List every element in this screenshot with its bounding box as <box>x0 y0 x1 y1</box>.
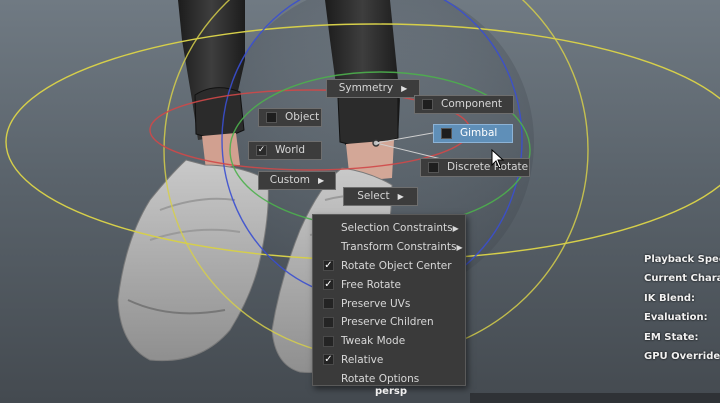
discrete-rotate-label: Discrete Rotate <box>447 161 529 173</box>
submenu-item[interactable]: ✓ Rotate Object Center <box>313 257 465 276</box>
checkbox-icon <box>323 298 334 310</box>
time-strip <box>470 393 720 403</box>
hud-evaluation: Evaluation: <box>644 312 708 324</box>
submenu-arrow-icon: ▶ <box>452 223 459 233</box>
world-label: World <box>275 144 306 156</box>
gimbal-label: Gimbal <box>460 127 498 139</box>
checkbox-icon <box>441 128 452 139</box>
submenu-item[interactable]: Tweak Mode <box>313 332 465 351</box>
checkbox-icon <box>323 335 334 347</box>
select-menu-item[interactable]: Select ▶ <box>343 187 418 206</box>
world-menu-item[interactable]: ✓ World <box>248 141 322 160</box>
submenu-item[interactable]: Transform Constraints ▶ <box>313 238 465 257</box>
submenu-item[interactable]: Preserve UVs <box>313 294 465 313</box>
submenu-item-label: Rotate Options <box>341 372 420 385</box>
submenu-item[interactable]: Preserve Children <box>313 313 465 332</box>
submenu-item[interactable]: ✓ Free Rotate <box>313 275 465 294</box>
checkmark-icon: ✓ <box>323 354 334 366</box>
checkbox-icon <box>428 162 439 173</box>
submenu-item-label: Relative <box>341 353 384 366</box>
camera-name-label: persp <box>375 386 407 397</box>
checkmark-icon: ✓ <box>323 279 334 291</box>
checkbox-icon <box>323 316 334 328</box>
submenu-item-label: Free Rotate <box>341 278 401 291</box>
submenu-item[interactable]: ✓ Relative <box>313 351 465 370</box>
submenu-arrow-icon: ▶ <box>397 192 404 201</box>
submenu-item-label: Transform Constraints <box>341 241 457 254</box>
3d-viewport[interactable]: Symmetry ▶ Object Component ✓ World Gimb… <box>0 0 720 403</box>
object-label: Object <box>285 111 320 123</box>
symmetry-menu-item[interactable]: Symmetry ▶ <box>326 79 420 98</box>
heads-up-display: Playback Speed Current Charact IK Blend:… <box>644 250 720 366</box>
hud-playback-speed: Playback Speed <box>644 254 720 265</box>
submenu-arrow-icon: ▶ <box>401 84 408 93</box>
component-label: Component <box>441 98 502 110</box>
object-menu-item[interactable]: Object <box>258 108 322 127</box>
gimbal-menu-item[interactable]: Gimbal <box>433 124 513 143</box>
select-label: Select <box>357 190 390 202</box>
hud-gpu-override: GPU Override: <box>644 351 720 363</box>
submenu-item-label: Rotate Object Center <box>341 259 452 272</box>
submenu-arrow-icon: ▶ <box>456 242 463 252</box>
submenu-item-label: Preserve UVs <box>341 297 411 310</box>
submenu-item-label: Selection Constraints <box>341 222 453 235</box>
custom-menu-item[interactable]: Custom ▶ <box>258 171 336 190</box>
hud-current-character: Current Charact <box>644 273 720 285</box>
hud-em-state: EM State: <box>644 331 699 343</box>
hud-ik-blend: IK Blend: <box>644 292 696 304</box>
rotate-options-submenu[interactable]: Selection Constraints ▶ Transform Constrai… <box>312 214 466 386</box>
component-menu-item[interactable]: Component <box>414 95 514 114</box>
submenu-item-label: Preserve Children <box>341 316 434 329</box>
symmetry-label: Symmetry <box>338 82 394 94</box>
submenu-arrow-icon: ▶ <box>318 176 325 185</box>
checkbox-icon <box>422 99 433 110</box>
checkmark-icon: ✓ <box>323 260 334 272</box>
submenu-item[interactable]: Selection Constraints ▶ <box>313 219 465 238</box>
custom-label: Custom <box>269 174 311 186</box>
discrete-rotate-menu-item[interactable]: Discrete Rotate <box>420 158 530 177</box>
checkmark-icon: ✓ <box>256 145 267 156</box>
mouse-cursor-icon <box>491 149 505 169</box>
submenu-item-label: Tweak Mode <box>341 335 406 348</box>
checkbox-icon <box>266 112 277 123</box>
